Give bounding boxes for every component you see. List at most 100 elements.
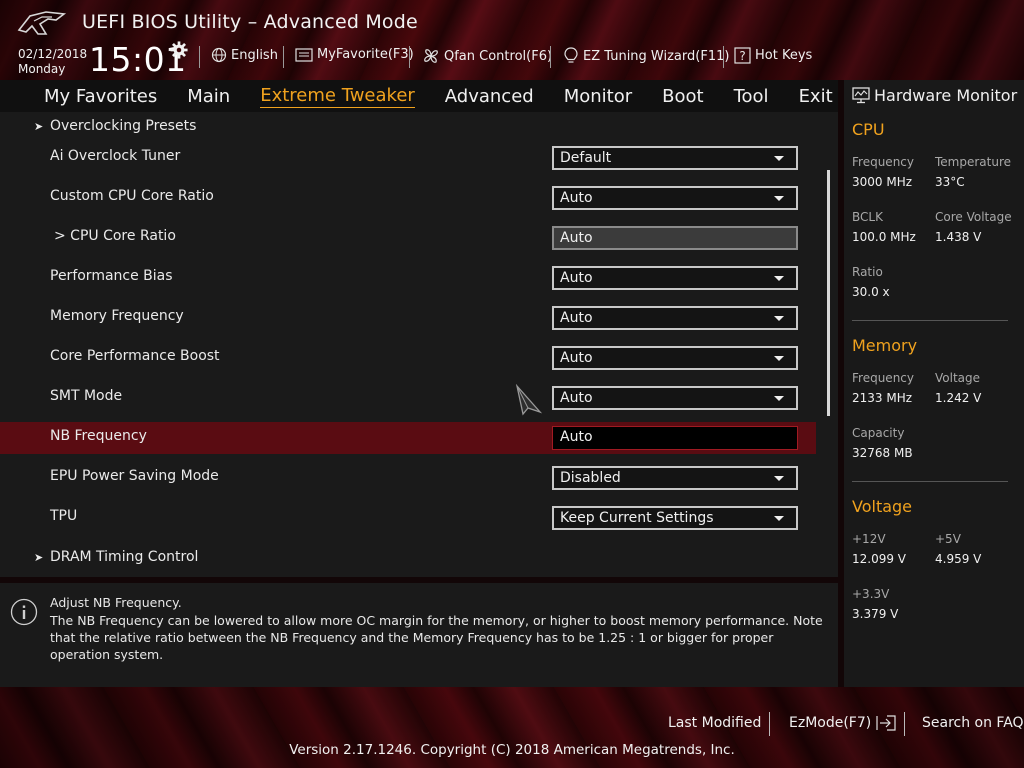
voltage-section-heading: Voltage [852,497,913,516]
tab-exit[interactable]: Exit [799,86,833,107]
tab-my-favorites[interactable]: My Favorites [44,86,157,107]
tab-tool[interactable]: Tool [734,86,769,107]
memory-frequency-dropdown[interactable]: Auto [552,306,798,330]
info-icon [10,598,38,626]
memory-frequency-label: Memory Frequency [50,308,184,324]
memory-frequency-label: Frequency [852,371,914,385]
nb-frequency-input[interactable]: Auto [552,426,798,450]
performance-bias-label: Performance Bias [50,268,173,284]
memory-capacity-label: Capacity [852,426,905,440]
core-performance-boost-label: Core Performance Boost [50,348,220,364]
custom-cpu-core-ratio-dropdown[interactable]: Auto [552,186,798,210]
cpu-ratio-label: Ratio [852,265,883,279]
header-separator [283,46,284,68]
rog-logo-icon [17,11,67,35]
footer-separator [769,712,770,736]
gear-icon[interactable] [170,41,188,59]
cpu-core-ratio-label: > CPU Core Ratio [54,228,176,244]
dropdown-arrow-icon [774,356,784,361]
tab-advanced[interactable]: Advanced [445,86,534,107]
language-label: English [231,47,278,63]
tpu-dropdown[interactable]: Keep Current Settings [552,506,798,530]
header-separator [199,46,200,68]
smt-mode-value: Auto [560,390,593,406]
epu-power-saving-row[interactable]: EPU Power Saving Mode Disabled [0,462,816,494]
memory-frequency-row[interactable]: Memory Frequency Auto [0,302,816,334]
dram-timing-control-row[interactable]: ➤ DRAM Timing Control [0,543,816,575]
core-performance-boost-row[interactable]: Core Performance Boost Auto [0,342,816,374]
header-bar: UEFI BIOS Utility – Advanced Mode 02/12/… [0,0,1024,80]
custom-cpu-core-ratio-label: Custom CPU Core Ratio [50,188,214,204]
dropdown-arrow-icon [774,316,784,321]
header-separator [550,46,551,68]
qfan-control-button[interactable]: Qfan Control(F6) [422,47,552,65]
ezmode-button[interactable]: EzMode(F7) [789,715,897,731]
dropdown-arrow-icon [774,396,784,401]
voltage-5v-value: 4.959 V [935,552,982,566]
dropdown-arrow-icon [774,276,784,281]
core-performance-boost-value: Auto [560,350,593,366]
tab-monitor[interactable]: Monitor [564,86,632,107]
hot-keys-button[interactable]: ? Hot Keys [734,47,812,64]
fan-icon [424,49,438,63]
custom-cpu-core-ratio-row[interactable]: Custom CPU Core Ratio Auto [0,182,816,214]
ez-tuning-wizard-label: EZ Tuning Wizard(F11) [583,48,730,64]
mouse-cursor-icon [515,384,542,416]
tab-main[interactable]: Main [187,86,230,107]
exit-arrow-icon [876,715,896,731]
memory-voltage-label: Voltage [935,371,981,385]
nb-frequency-value: Auto [560,429,593,445]
dropdown-arrow-icon [774,156,784,161]
nb-frequency-row[interactable]: NB Frequency Auto [0,422,816,454]
qfan-control-label: Qfan Control(F6) [444,48,553,64]
section-divider [852,481,1008,482]
monitor-icon [852,87,870,104]
cpu-temperature-label: Temperature [935,155,1012,169]
last-modified-button[interactable]: Last Modified [668,715,761,731]
tpu-row[interactable]: TPU Keep Current Settings [0,502,816,534]
cpu-core-voltage-value: 1.438 V [935,230,982,244]
main-tab-bar: My Favorites Main Extreme Tweaker Advanc… [0,80,838,112]
ai-overclock-tuner-row[interactable]: Ai Overclock Tuner Default [0,142,816,174]
cpu-core-ratio-field: Auto [552,226,798,250]
help-title: Adjust NB Frequency. [50,595,182,610]
epu-power-saving-label: EPU Power Saving Mode [50,468,219,484]
header-separator [723,46,724,68]
globe-icon [211,47,227,63]
lightbulb-icon [564,47,578,63]
section-divider [852,320,1008,321]
memory-frequency-value: Auto [560,310,593,326]
ez-tuning-wizard-button[interactable]: EZ Tuning Wizard(F11) [563,47,729,65]
nb-frequency-label: NB Frequency [50,428,147,444]
help-description: The NB Frequency can be lowered to allow… [50,613,823,662]
settings-scrollbar[interactable] [827,170,830,416]
smt-mode-dropdown[interactable]: Auto [552,386,798,410]
overclocking-presets-row[interactable]: ➤ Overclocking Presets [0,112,816,144]
submenu-arrow-icon: ➤ [34,120,44,133]
voltage-5v-label: +5V [935,532,961,546]
language-button[interactable]: English [211,47,278,63]
cpu-core-ratio-row[interactable]: > CPU Core Ratio Auto [0,222,816,254]
cpu-bclk-label: BCLK [852,210,883,224]
ai-overclock-tuner-label: Ai Overclock Tuner [50,148,181,164]
smt-mode-row[interactable]: SMT Mode Auto [0,382,816,414]
epu-power-saving-dropdown[interactable]: Disabled [552,466,798,490]
performance-bias-row[interactable]: Performance Bias Auto [0,262,816,294]
help-panel: Adjust NB Frequency. The NB Frequency ca… [0,583,838,687]
favorite-list-icon [295,47,313,62]
tab-boot[interactable]: Boot [662,86,703,107]
core-performance-boost-dropdown[interactable]: Auto [552,346,798,370]
cpu-frequency-label: Frequency [852,155,914,169]
memory-section-heading: Memory [852,336,918,355]
dropdown-arrow-icon [774,516,784,521]
search-faq-button[interactable]: Search on FAQ [922,715,1024,731]
performance-bias-dropdown[interactable]: Auto [552,266,798,290]
dropdown-arrow-icon [774,196,784,201]
myfavorite-label: MyFavorite(F3) [317,47,414,62]
submenu-arrow-icon: ➤ [34,551,44,564]
tab-extreme-tweaker[interactable]: Extreme Tweaker [260,85,415,108]
myfavorite-button[interactable]: MyFavorite(F3) [295,47,414,62]
header-separator [409,46,410,68]
copyright-text: Version 2.17.1246. Copyright (C) 2018 Am… [289,742,735,758]
ai-overclock-tuner-dropdown[interactable]: Default [552,146,798,170]
